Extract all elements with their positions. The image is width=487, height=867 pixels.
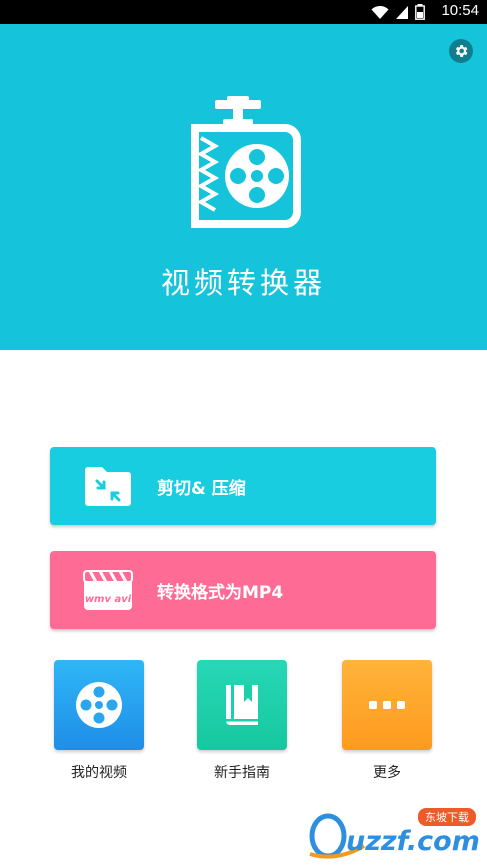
status-bar: 10:54: [0, 0, 487, 24]
convert-mp4-label: 转换格式为MP4: [157, 583, 284, 603]
gear-icon: [455, 45, 468, 57]
watermark-badge: 东坡下载: [425, 811, 469, 824]
status-time: 10:54: [441, 2, 479, 19]
signal-icon: [396, 5, 408, 19]
convert-mp4-button[interactable]: wmv avi 转换格式为MP4: [50, 551, 436, 629]
battery-icon: [415, 4, 425, 20]
cut-compress-label: 剪切& 压缩: [157, 479, 246, 499]
watermark-text: uzzf.com: [346, 826, 480, 857]
clapperboard-icon: wmv avi: [83, 570, 133, 610]
book-icon: [226, 685, 258, 725]
uzzf-watermark-logo: 东坡下载 uzzf.com: [309, 808, 480, 859]
app-title: 视频转换器: [160, 266, 326, 300]
more-label: 更多: [373, 765, 401, 781]
settings-button[interactable]: [449, 39, 473, 63]
my-videos-label: 我的视频: [71, 765, 127, 781]
folder-compress-icon: [85, 467, 131, 506]
my-videos-tile[interactable]: [54, 660, 144, 750]
hero-banner: 视频转换器: [0, 24, 487, 350]
beginner-guide-tile[interactable]: [197, 660, 287, 750]
more-dots-icon: [369, 701, 405, 709]
wifi-icon: [371, 5, 389, 19]
more-tile[interactable]: [342, 660, 432, 750]
beginner-guide-label: 新手指南: [214, 765, 270, 781]
film-reel-icon: [76, 682, 122, 728]
cut-compress-button[interactable]: 剪切& 压缩: [50, 447, 436, 525]
status-icons: [371, 4, 425, 20]
clapperboard-text: wmv avi: [85, 594, 132, 605]
video-press-logo-icon: [191, 96, 301, 228]
